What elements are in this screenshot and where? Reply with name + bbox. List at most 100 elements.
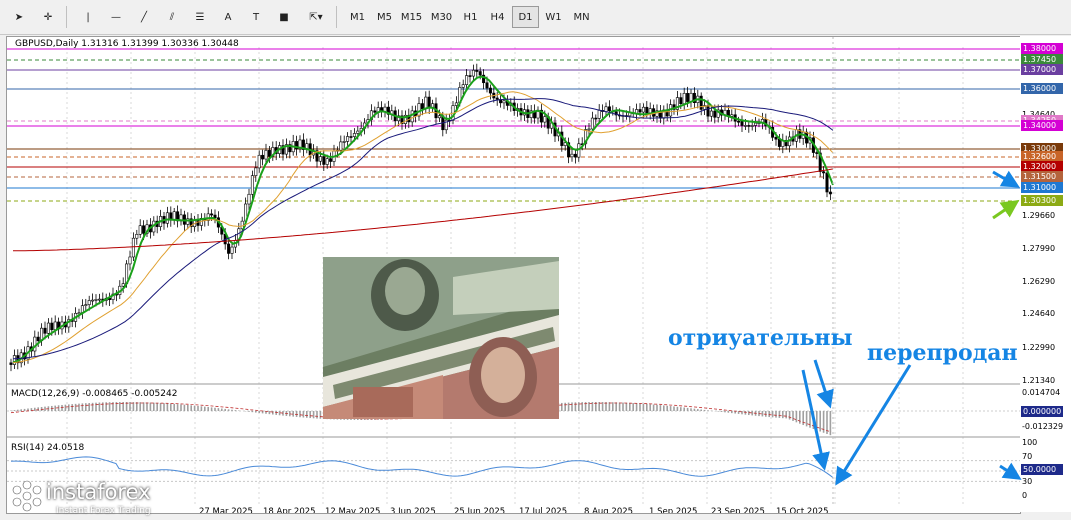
- chart-area[interactable]: GBPUSD,Daily 1.31316 1.31399 1.30336 1.3…: [6, 36, 1021, 514]
- text-label-tool-icon[interactable]: T: [244, 6, 268, 28]
- crosshair-tool-icon[interactable]: ✛: [36, 6, 60, 28]
- candle-body: [261, 154, 265, 160]
- channel-tool-icon[interactable]: ⫽: [160, 6, 184, 28]
- candle-body: [46, 322, 50, 334]
- date-tick-label: 3 Jun 2025: [390, 507, 436, 514]
- timeframe-m30-button[interactable]: M30: [428, 6, 455, 28]
- candle-body: [475, 69, 479, 72]
- date-tick-label: 15 Oct 2025: [776, 507, 829, 514]
- date-tick-label: 23 Sep 2025: [711, 507, 765, 514]
- logo-tagline: Instant Forex Trading: [56, 506, 151, 516]
- fibonacci-tool-icon[interactable]: ☰: [188, 6, 212, 28]
- candle-body: [706, 105, 710, 117]
- candle-body: [750, 125, 754, 127]
- candle-body: [346, 136, 350, 142]
- price-tick-label: 1.22990: [1022, 343, 1056, 352]
- candle-body: [9, 362, 13, 365]
- price-tick-label: 1.26290: [1022, 277, 1056, 286]
- candle-body: [322, 156, 326, 165]
- level-price-tag: 1.31000: [1021, 182, 1063, 193]
- timeframe-w1-button[interactable]: W1: [540, 6, 567, 28]
- date-tick-label: 18 Apr 2025: [263, 507, 316, 514]
- macd-axis-label: 0.014704: [1022, 388, 1061, 397]
- candle-body: [87, 300, 91, 305]
- rectangle-tool-icon[interactable]: ■: [272, 6, 296, 28]
- rsi-label: RSI(14) 24.0518: [11, 443, 85, 453]
- candle-body: [318, 156, 322, 162]
- level-price-tag: 1.37000: [1021, 64, 1063, 75]
- horizontal-line-tool-icon[interactable]: —: [104, 6, 128, 28]
- timeframe-mn-button[interactable]: MN: [568, 6, 595, 28]
- candle-body: [138, 225, 142, 235]
- timeframe-h4-button[interactable]: H4: [484, 6, 511, 28]
- candle-body: [822, 171, 826, 174]
- candle-body: [638, 109, 642, 113]
- candle-body: [485, 82, 489, 89]
- timeframe-h1-button[interactable]: H1: [457, 6, 484, 28]
- timeframe-m1-button[interactable]: M1: [344, 6, 371, 28]
- candle-body: [709, 110, 713, 117]
- macd-label: MACD(12,26,9) -0.008465 -0.005242: [11, 389, 178, 399]
- candle-body: [427, 96, 431, 108]
- candle-body: [135, 233, 139, 239]
- candle-body: [142, 225, 146, 234]
- candle-body: [356, 130, 360, 134]
- toolbar: ➤ ✛ | — ╱ ⫽ ☰ A T ■ ⇱▾ M1 M5 M15 M30 H1 H4 D1 W1 MN: [0, 0, 1071, 35]
- candle-body: [339, 141, 343, 151]
- candle-body: [210, 213, 214, 216]
- timeframe-m5-button[interactable]: M5: [371, 6, 398, 28]
- candle-body: [325, 158, 329, 165]
- logo-brand: instaforex: [46, 480, 151, 504]
- candle-body: [121, 283, 125, 287]
- candle-body: [410, 110, 414, 123]
- level-price-tag: 1.31500: [1021, 171, 1063, 182]
- candle-body: [594, 117, 598, 120]
- candle-body: [488, 87, 492, 94]
- date-tick-label: 12 May 2025: [325, 507, 381, 514]
- cursor-tool-icon[interactable]: ➤: [7, 6, 31, 28]
- rsi-axis-label: 0: [1022, 491, 1028, 500]
- macd-axis-label: 0.000000: [1021, 406, 1063, 417]
- date-tick-label: 27 Mar 2025: [199, 507, 253, 514]
- candle-body: [828, 191, 832, 195]
- candle-body: [648, 108, 652, 114]
- candle-body: [607, 106, 611, 112]
- trend-line-tool-icon[interactable]: ╱: [132, 6, 156, 28]
- timeframe-m15-button[interactable]: M15: [398, 6, 425, 28]
- level-price-tag: 1.38000: [1021, 43, 1063, 54]
- candle-body: [97, 298, 101, 301]
- arrows-tool-icon[interactable]: ⇱▾: [304, 6, 328, 28]
- rsi-axis-label: 30: [1022, 477, 1033, 486]
- price-tick-label: 1.21340: [1022, 376, 1056, 385]
- date-tick-label: 17 Jul 2025: [519, 507, 568, 514]
- candle-body: [754, 122, 758, 126]
- candle-body: [424, 96, 428, 110]
- candle-body: [590, 117, 594, 130]
- candle-body: [50, 322, 54, 331]
- annotation-negative: отриуательны: [668, 325, 853, 351]
- text-tool-icon[interactable]: A: [216, 6, 240, 28]
- candle-body: [165, 212, 169, 224]
- candle-body: [417, 103, 421, 117]
- candle-body: [247, 193, 251, 205]
- candle-body: [699, 95, 703, 110]
- candle-body: [645, 106, 649, 114]
- candle-body: [825, 172, 829, 193]
- candle-body: [597, 110, 601, 119]
- candle-body: [267, 150, 271, 157]
- timeframe-d1-button[interactable]: D1: [512, 6, 539, 28]
- price-axis[interactable]: 1.346401.296601.279901.262901.246401.229…: [1020, 36, 1071, 512]
- date-tick-label: 8 Aug 2025: [584, 507, 634, 514]
- level-price-tag: 1.36000: [1021, 83, 1063, 94]
- candle-body: [471, 69, 475, 77]
- candle-body: [743, 125, 747, 127]
- price-tick-label: 1.27990: [1022, 244, 1056, 253]
- candle-body: [495, 97, 499, 100]
- instaforex-logo: instaforex Instant Forex Trading: [8, 476, 183, 516]
- macd-axis-label: -0.012329: [1022, 422, 1064, 431]
- vertical-line-tool-icon[interactable]: |: [76, 6, 100, 28]
- candle-body: [570, 153, 574, 158]
- price-tick-label: 1.29660: [1022, 211, 1056, 220]
- candle-body: [91, 299, 95, 302]
- candle-body: [43, 327, 47, 334]
